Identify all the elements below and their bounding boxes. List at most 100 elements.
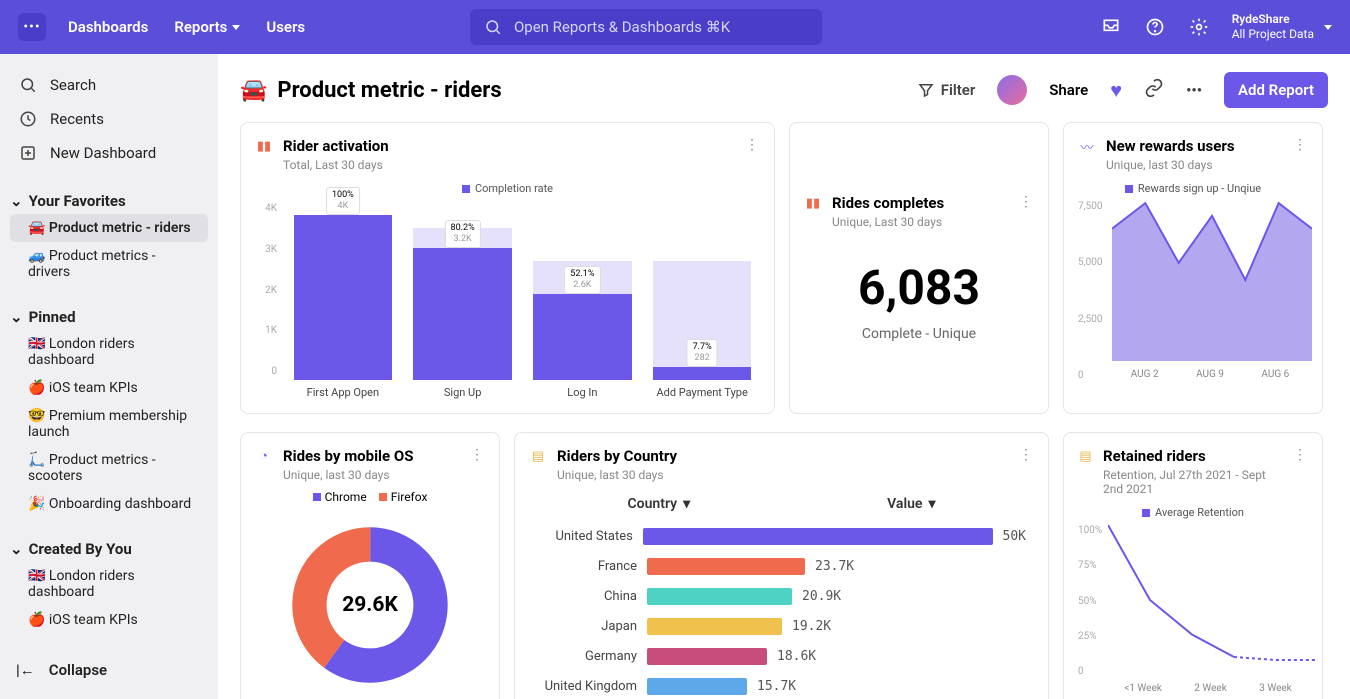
card-menu-icon[interactable]: ⋮ bbox=[745, 137, 760, 153]
card-subtitle: Unique, last 30 days bbox=[283, 468, 413, 482]
chart-icon: ◔ bbox=[255, 447, 273, 465]
global-search[interactable]: Open Reports & Dashboards ⌘K bbox=[470, 9, 822, 45]
help-icon[interactable] bbox=[1144, 16, 1166, 38]
sidebar-item-riders[interactable]: 🚘 Product metric - riders bbox=[10, 214, 208, 242]
favorite-button[interactable]: ♥ bbox=[1110, 78, 1122, 103]
country-value: 50K bbox=[1003, 529, 1026, 544]
account-scope: All Project Data bbox=[1232, 27, 1314, 42]
sidebar-search[interactable]: Search bbox=[10, 68, 208, 102]
group-pinned[interactable]: ⌄ Pinned bbox=[10, 304, 208, 330]
topbar: ••• Dashboards Reports Users Open Report… bbox=[0, 0, 1350, 54]
legend-label: Completion rate bbox=[475, 182, 553, 195]
sidebar-search-label: Search bbox=[50, 76, 96, 94]
country-bar bbox=[647, 588, 792, 605]
card-retention: ▤ Retained riders Retention, Jul 27th 20… bbox=[1063, 432, 1323, 699]
card-title: New rewards users bbox=[1106, 137, 1235, 155]
country-bar bbox=[647, 678, 747, 695]
settings-icon[interactable] bbox=[1188, 16, 1210, 38]
country-row: Japan 19.2K bbox=[537, 618, 1026, 635]
sidebar-new-dashboard[interactable]: New Dashboard bbox=[10, 136, 208, 170]
account-switcher[interactable]: RydeShare All Project Data bbox=[1232, 12, 1332, 42]
filter-button[interactable]: Filter bbox=[917, 81, 976, 99]
card-menu-icon[interactable]: ⋮ bbox=[1019, 447, 1034, 463]
card-menu-icon[interactable]: ⋮ bbox=[1019, 194, 1034, 210]
donut-chart: 29.6K bbox=[255, 514, 485, 695]
big-number-sub: Complete - Unique bbox=[862, 326, 976, 342]
clock-icon bbox=[18, 109, 38, 129]
avatar[interactable] bbox=[997, 75, 1027, 105]
card-menu-icon[interactable]: ⋮ bbox=[470, 447, 485, 463]
app-logo[interactable]: ••• bbox=[18, 13, 46, 41]
group-created[interactable]: ⌄ Created By You bbox=[10, 536, 208, 562]
country-value: 19.2K bbox=[792, 619, 831, 634]
country-row: France23.7K bbox=[537, 558, 1026, 575]
link-icon[interactable] bbox=[1144, 78, 1164, 102]
group-favorites[interactable]: ⌄ Your Favorites bbox=[10, 188, 208, 214]
share-button[interactable]: Share bbox=[1049, 81, 1088, 99]
nav-reports[interactable]: Reports bbox=[174, 18, 240, 36]
country-name: United States bbox=[537, 529, 633, 544]
add-report-button[interactable]: Add Report bbox=[1224, 72, 1328, 108]
sidebar-item[interactable]: 🍎 iOS team KPIs bbox=[10, 374, 208, 402]
card-menu-icon[interactable]: ⋮ bbox=[1293, 137, 1308, 153]
bar-chart-icon: ▮▮ bbox=[255, 137, 273, 155]
card-subtitle: Retention, Jul 27th 2021 - Sept 2nd 2021 bbox=[1103, 468, 1283, 496]
country-bar bbox=[647, 648, 767, 665]
page-emoji: 🚘 bbox=[240, 78, 267, 103]
sidebar-item[interactable]: 🍎 iOS team KPIs bbox=[10, 606, 208, 634]
country-value: 20.9K bbox=[802, 589, 841, 604]
legend-swatch bbox=[1125, 185, 1133, 193]
account-name: RydeShare bbox=[1232, 12, 1314, 27]
search-icon bbox=[484, 18, 502, 36]
sidebar-item[interactable]: 🎉 Onboarding dashboard bbox=[10, 490, 208, 518]
sidebar-collapse[interactable]: |← Collapse bbox=[10, 655, 208, 685]
retention-chart: 100%75%50%25%0 <1 Week2 Week3 Week bbox=[1078, 525, 1308, 695]
card-activation: ▮▮ Rider activation Total, Last 30 days … bbox=[240, 122, 775, 414]
country-name: Japan bbox=[537, 619, 637, 634]
sidebar-item[interactable]: 🤓 Premium membership launch bbox=[10, 402, 208, 446]
country-bar bbox=[643, 528, 993, 545]
value-dropdown[interactable]: Value ▾ bbox=[887, 496, 935, 512]
country-name: United Kingdom bbox=[537, 679, 637, 694]
sidebar-new-dashboard-label: New Dashboard bbox=[50, 144, 156, 162]
country-value: 18.6K bbox=[777, 649, 816, 664]
group-favorites-label: Your Favorites bbox=[29, 192, 126, 210]
card-menu-icon[interactable]: ⋮ bbox=[1293, 447, 1308, 463]
big-number: 6,083 bbox=[858, 259, 980, 316]
country-row: Germany18.6K bbox=[537, 648, 1026, 665]
sidebar-item[interactable]: 🇬🇧 London riders dashboard bbox=[10, 330, 208, 374]
card-title: Rider activation bbox=[283, 137, 389, 155]
chevron-down-icon: ⌄ bbox=[10, 192, 23, 210]
card-country: ▤ Riders by Country Unique, last 30 days… bbox=[514, 432, 1049, 699]
chevron-down-icon: ⌄ bbox=[10, 308, 23, 326]
chevron-down-icon: ▾ bbox=[928, 496, 935, 512]
country-row: United Kingdom15.7K bbox=[537, 678, 1026, 695]
chevron-down-icon: ▾ bbox=[683, 496, 690, 512]
chevron-down-icon: ⌄ bbox=[10, 540, 23, 558]
legend-swatch bbox=[1142, 509, 1150, 517]
more-icon[interactable]: ••• bbox=[1186, 81, 1202, 99]
sidebar-item-drivers[interactable]: 🚙 Product metrics - drivers bbox=[10, 242, 208, 286]
filter-icon bbox=[917, 81, 935, 99]
dropdown-label: Value bbox=[887, 496, 922, 512]
group-created-label: Created By You bbox=[29, 540, 132, 558]
nav-users[interactable]: Users bbox=[266, 18, 305, 36]
line-chart-icon: 〰 bbox=[1078, 137, 1096, 155]
collapse-label: Collapse bbox=[49, 661, 107, 679]
nav-dashboards[interactable]: Dashboards bbox=[68, 18, 148, 36]
country-dropdown[interactable]: Country▾ bbox=[628, 496, 691, 512]
card-title: Riders by Country bbox=[557, 447, 677, 465]
country-value: 23.7K bbox=[815, 559, 854, 574]
sidebar-item[interactable]: 🇬🇧 London riders dashboard bbox=[10, 562, 208, 606]
group-pinned-label: Pinned bbox=[29, 308, 76, 326]
legend-label: Firefox bbox=[391, 490, 428, 504]
sidebar-item[interactable]: 🛴 Product metrics - scooters bbox=[10, 446, 208, 490]
bar-chart-icon: ▮▮ bbox=[804, 194, 822, 212]
card-subtitle: Unique, last 30 days bbox=[1106, 158, 1235, 172]
inbox-icon[interactable] bbox=[1100, 16, 1122, 38]
card-subtitle: Unique, last 30 days bbox=[557, 468, 677, 482]
main: 🚘 Product metric - riders Filter Share ♥… bbox=[218, 54, 1350, 699]
sidebar-recents[interactable]: Recents bbox=[10, 102, 208, 136]
filter-label: Filter bbox=[941, 81, 976, 99]
legend-label: Rewards sign up - Unqiue bbox=[1138, 182, 1261, 195]
